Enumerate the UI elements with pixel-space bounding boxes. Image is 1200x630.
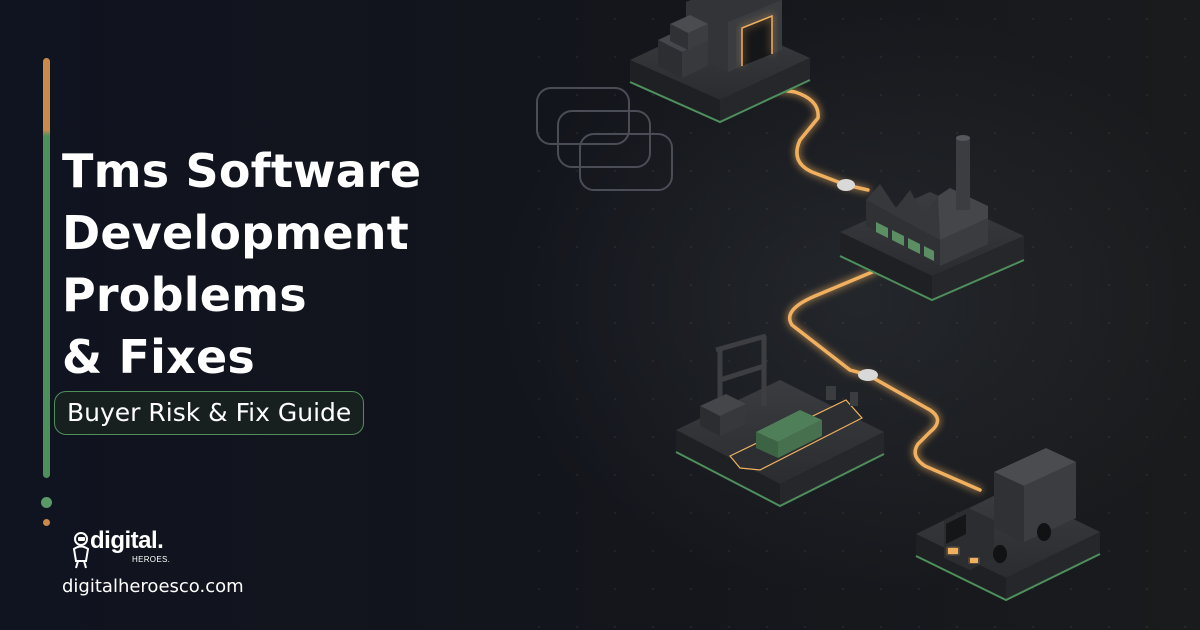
page-title: Tms Software Development Problems & Fixe… (62, 140, 421, 388)
logo-subtext: HEROES. (132, 555, 171, 564)
title-line-4: & Fixes (62, 330, 255, 384)
vertical-accent-bar (43, 58, 50, 478)
cargo-ship-icon (675, 333, 885, 508)
subtitle-badge: Buyer Risk & Fix Guide (54, 391, 365, 435)
warehouse-icon (629, 0, 811, 124)
orange-dot-decoration (43, 519, 50, 526)
website-url: digitalheroesco.com (62, 576, 244, 597)
hero-mascot-icon (72, 532, 90, 569)
green-dot-decoration (41, 497, 52, 508)
chat-bubbles-icon (536, 87, 673, 191)
title-line-2: Development (62, 206, 409, 260)
brand-logo: digital. HEROES. (70, 527, 190, 573)
delivery-truck-icon (915, 448, 1101, 602)
title-line-3: Problems (62, 268, 307, 322)
title-line-1: Tms Software (62, 144, 422, 198)
logo-wordmark: digital. (90, 527, 164, 554)
